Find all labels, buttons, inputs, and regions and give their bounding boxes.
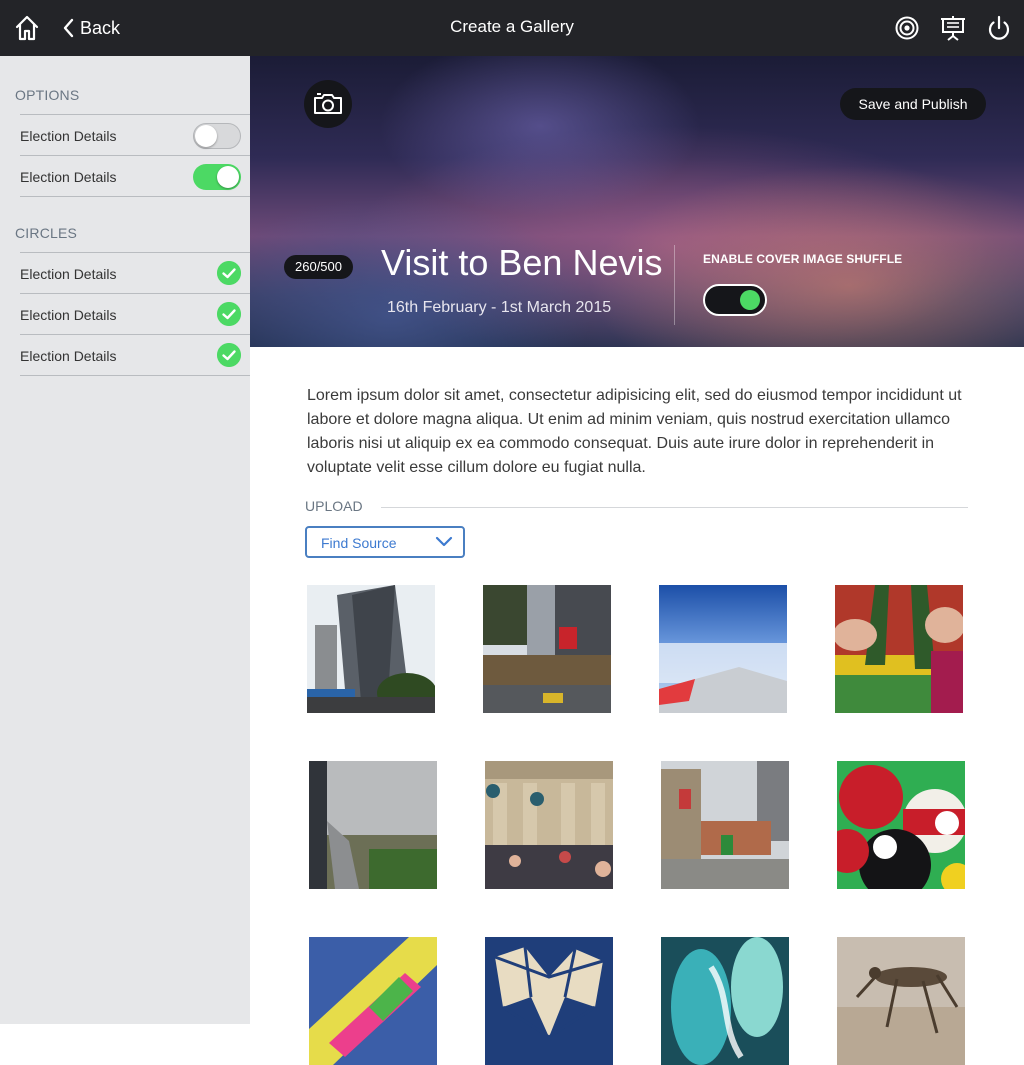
check-icon xyxy=(217,261,241,285)
mosaic-tiles-photo xyxy=(485,937,613,1065)
target-icon[interactable] xyxy=(894,14,920,42)
power-icon[interactable] xyxy=(986,14,1012,42)
sidebar: OPTIONS Election Details Election Detail… xyxy=(0,56,250,1024)
divider xyxy=(674,245,675,325)
circle-label: Election Details xyxy=(20,266,117,282)
option-row: Election Details xyxy=(20,115,250,156)
gallery-description[interactable]: Lorem ipsum dolor sit amet, consectetur … xyxy=(307,384,969,480)
gallery-photo[interactable] xyxy=(485,761,613,889)
option-row: Election Details xyxy=(20,156,250,197)
photo-count-badge: 260/500 xyxy=(284,255,353,279)
gallery-photo[interactable] xyxy=(307,585,435,713)
cover-shuffle-toggle[interactable] xyxy=(703,284,767,316)
gallery-date[interactable]: 16th February - 1st March 2015 xyxy=(387,299,611,317)
upload-section-title: UPLOAD xyxy=(305,498,363,514)
option-toggle-off[interactable] xyxy=(193,123,241,149)
airplane-wing-photo xyxy=(659,585,787,713)
gallery-photo[interactable] xyxy=(835,585,963,713)
option-label: Election Details xyxy=(20,169,117,185)
divider xyxy=(381,507,968,508)
top-bar: Back Create a Gallery xyxy=(0,0,1024,56)
home-icon[interactable] xyxy=(14,14,40,42)
gallery-photo[interactable] xyxy=(309,937,437,1065)
circle-row[interactable]: Election Details xyxy=(20,335,250,376)
gallery-photo[interactable] xyxy=(485,937,613,1065)
candy-roll-photo xyxy=(309,937,437,1065)
grasshopper-photo xyxy=(837,937,965,1065)
check-icon xyxy=(217,343,241,367)
select-value: Find Source xyxy=(321,535,397,551)
change-cover-button[interactable] xyxy=(304,80,352,128)
gallery-photo[interactable] xyxy=(661,761,789,889)
glass-sculpture-photo xyxy=(661,937,789,1065)
circle-label: Election Details xyxy=(20,307,117,323)
gallery-photo[interactable] xyxy=(483,585,611,713)
back-label: Back xyxy=(80,17,121,38)
city-square-photo xyxy=(661,761,789,889)
circle-row[interactable]: Election Details xyxy=(20,294,250,335)
cover-image: Save and Publish 260/500 Visit to Ben Ne… xyxy=(250,56,1024,347)
billiard-balls-photo xyxy=(837,761,965,889)
save-and-publish-button[interactable]: Save and Publish xyxy=(840,88,986,120)
gallery-photo[interactable] xyxy=(659,585,787,713)
shuffle-label: ENABLE COVER IMAGE SHUFFLE xyxy=(703,252,903,266)
circle-label: Election Details xyxy=(20,348,117,364)
station-crowd-photo xyxy=(485,761,613,889)
beer-bottles-photo xyxy=(835,585,963,713)
railway-path-photo xyxy=(309,761,437,889)
chevron-down-icon xyxy=(435,536,453,547)
gallery-photo[interactable] xyxy=(661,937,789,1065)
back-button[interactable]: Back xyxy=(62,16,120,40)
gallery-photo[interactable] xyxy=(837,937,965,1065)
city-street-photo xyxy=(483,585,611,713)
check-icon xyxy=(217,302,241,326)
gallery-title[interactable]: Visit to Ben Nevis xyxy=(381,242,662,284)
option-toggle-on[interactable] xyxy=(193,164,241,190)
circles-section-title: CIRCLES xyxy=(15,225,78,241)
circle-row[interactable]: Election Details xyxy=(20,253,250,294)
find-source-select[interactable]: Find Source xyxy=(305,526,465,558)
camera-icon xyxy=(314,93,342,114)
gallery-photo[interactable] xyxy=(309,761,437,889)
gallery-photo[interactable] xyxy=(837,761,965,889)
option-label: Election Details xyxy=(20,128,117,144)
chevron-left-icon xyxy=(63,18,74,38)
city-towers-photo xyxy=(307,585,435,713)
options-section-title: OPTIONS xyxy=(15,87,80,103)
presentation-icon[interactable] xyxy=(940,14,966,42)
page-title: Create a Gallery xyxy=(450,17,574,36)
